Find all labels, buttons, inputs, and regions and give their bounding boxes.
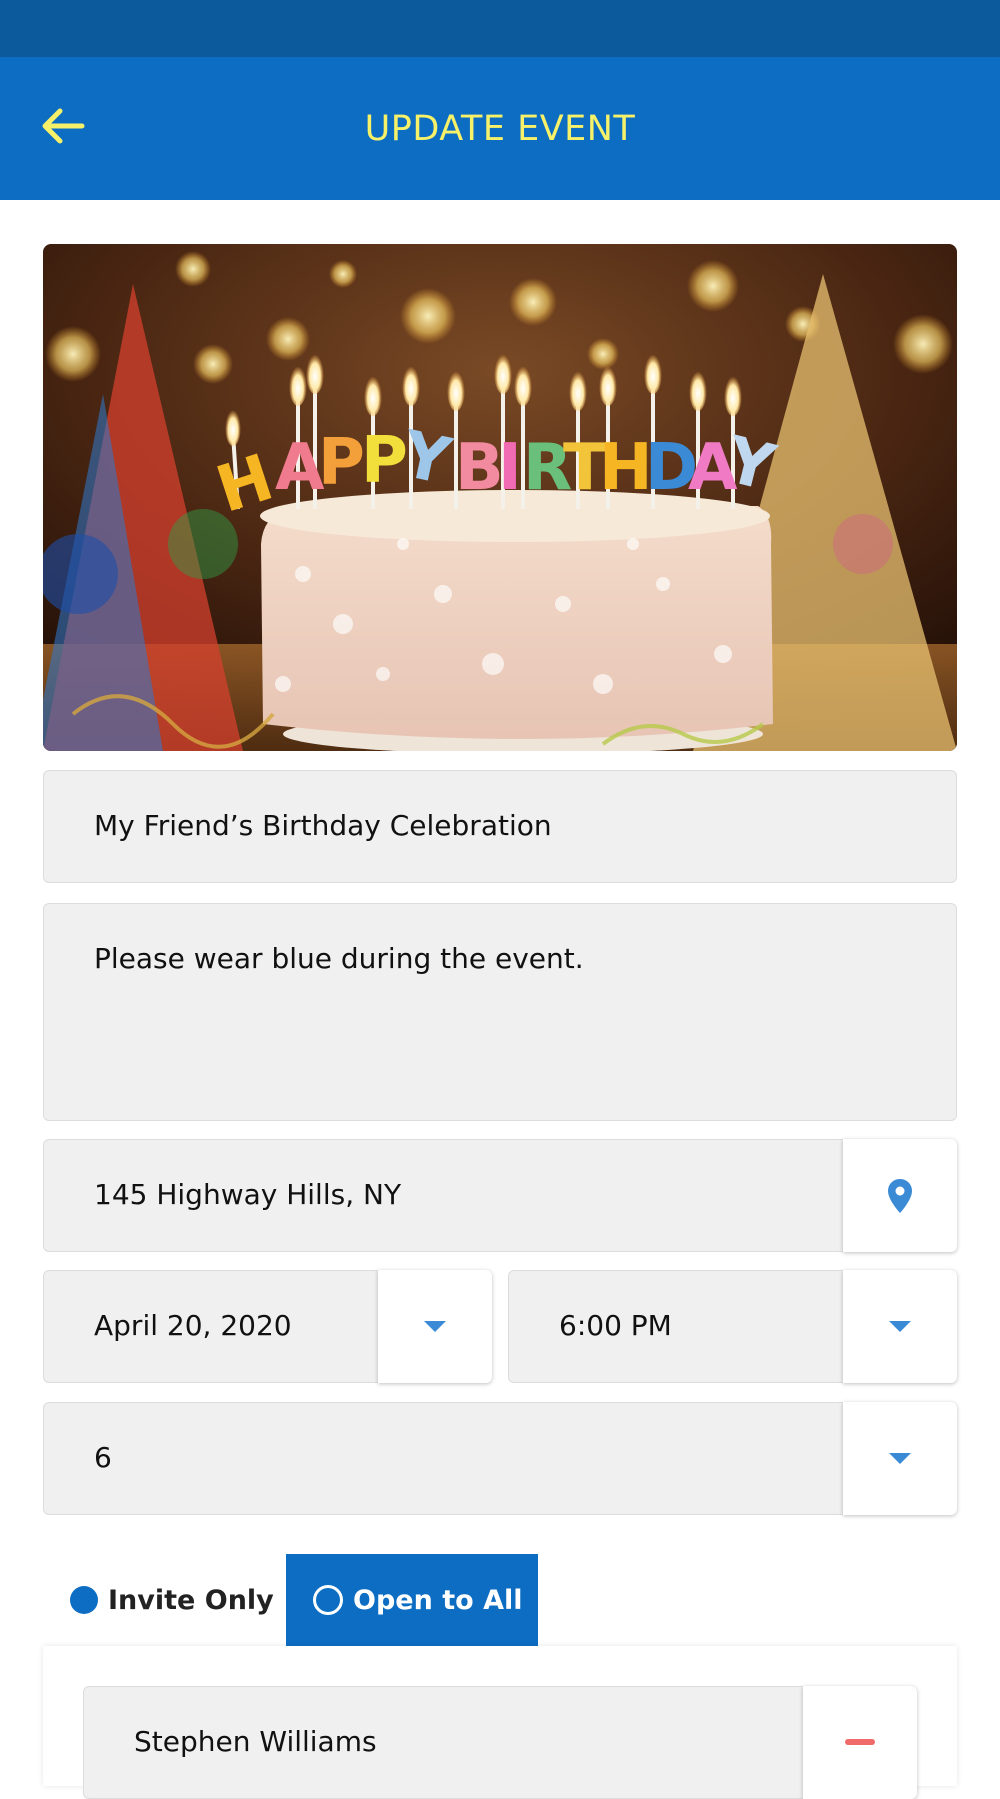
app-bar: UPDATE EVENT bbox=[0, 57, 1000, 200]
guest-count-dropdown-button[interactable] bbox=[843, 1402, 957, 1515]
arrow-left-icon bbox=[42, 108, 85, 144]
birthday-cake-image: H A P P Y B I R T H D A Y bbox=[43, 244, 957, 751]
tab-open-to-all-label: Open to All bbox=[353, 1584, 523, 1616]
page-title: UPDATE EVENT bbox=[364, 108, 636, 149]
location-value: 145 Highway Hills, NY bbox=[94, 1178, 402, 1211]
svg-text:B: B bbox=[455, 431, 504, 505]
time-dropdown-button[interactable] bbox=[843, 1270, 957, 1383]
description-value: Please wear blue during the event. bbox=[94, 942, 584, 975]
remove-invitee-button[interactable] bbox=[803, 1686, 917, 1799]
caret-down-icon bbox=[424, 1320, 446, 1332]
guest-count-value: 6 bbox=[94, 1441, 112, 1474]
radio-selected-icon bbox=[70, 1586, 98, 1614]
tab-invite-only[interactable]: Invite Only bbox=[43, 1554, 286, 1646]
time-value: 6:00 PM bbox=[559, 1309, 672, 1342]
invitee-row: Stephen Williams bbox=[83, 1686, 917, 1799]
minus-icon bbox=[845, 1738, 875, 1745]
back-button[interactable] bbox=[38, 101, 88, 151]
caret-down-icon bbox=[889, 1320, 911, 1332]
event-name-field[interactable]: My Friend’s Birthday Celebration bbox=[43, 770, 957, 883]
svg-text:P: P bbox=[318, 426, 365, 500]
guest-count-field[interactable]: 6 bbox=[43, 1402, 957, 1515]
location-field[interactable]: 145 Highway Hills, NY bbox=[43, 1139, 957, 1252]
map-pin-icon bbox=[888, 1178, 912, 1213]
location-picker-button[interactable] bbox=[843, 1139, 957, 1252]
invitee-list: Stephen Williams bbox=[43, 1646, 957, 1799]
date-value: April 20, 2020 bbox=[94, 1309, 292, 1342]
tab-open-to-all[interactable]: Open to All bbox=[286, 1554, 538, 1646]
tab-invite-only-label: Invite Only bbox=[108, 1584, 274, 1616]
event-name-value: My Friend’s Birthday Celebration bbox=[94, 809, 552, 842]
radio-unselected-icon bbox=[313, 1585, 343, 1615]
date-field[interactable]: April 20, 2020 bbox=[43, 1270, 492, 1383]
status-bar bbox=[0, 0, 1000, 57]
invitee-name: Stephen Williams bbox=[134, 1725, 377, 1758]
caret-down-icon bbox=[889, 1452, 911, 1464]
date-dropdown-button[interactable] bbox=[378, 1270, 492, 1383]
time-field[interactable]: 6:00 PM bbox=[508, 1270, 957, 1383]
svg-text:I: I bbox=[498, 431, 522, 505]
event-cover-image[interactable]: H A P P Y B I R T H D A Y bbox=[43, 244, 957, 751]
description-field[interactable]: Please wear blue during the event. bbox=[43, 903, 957, 1121]
